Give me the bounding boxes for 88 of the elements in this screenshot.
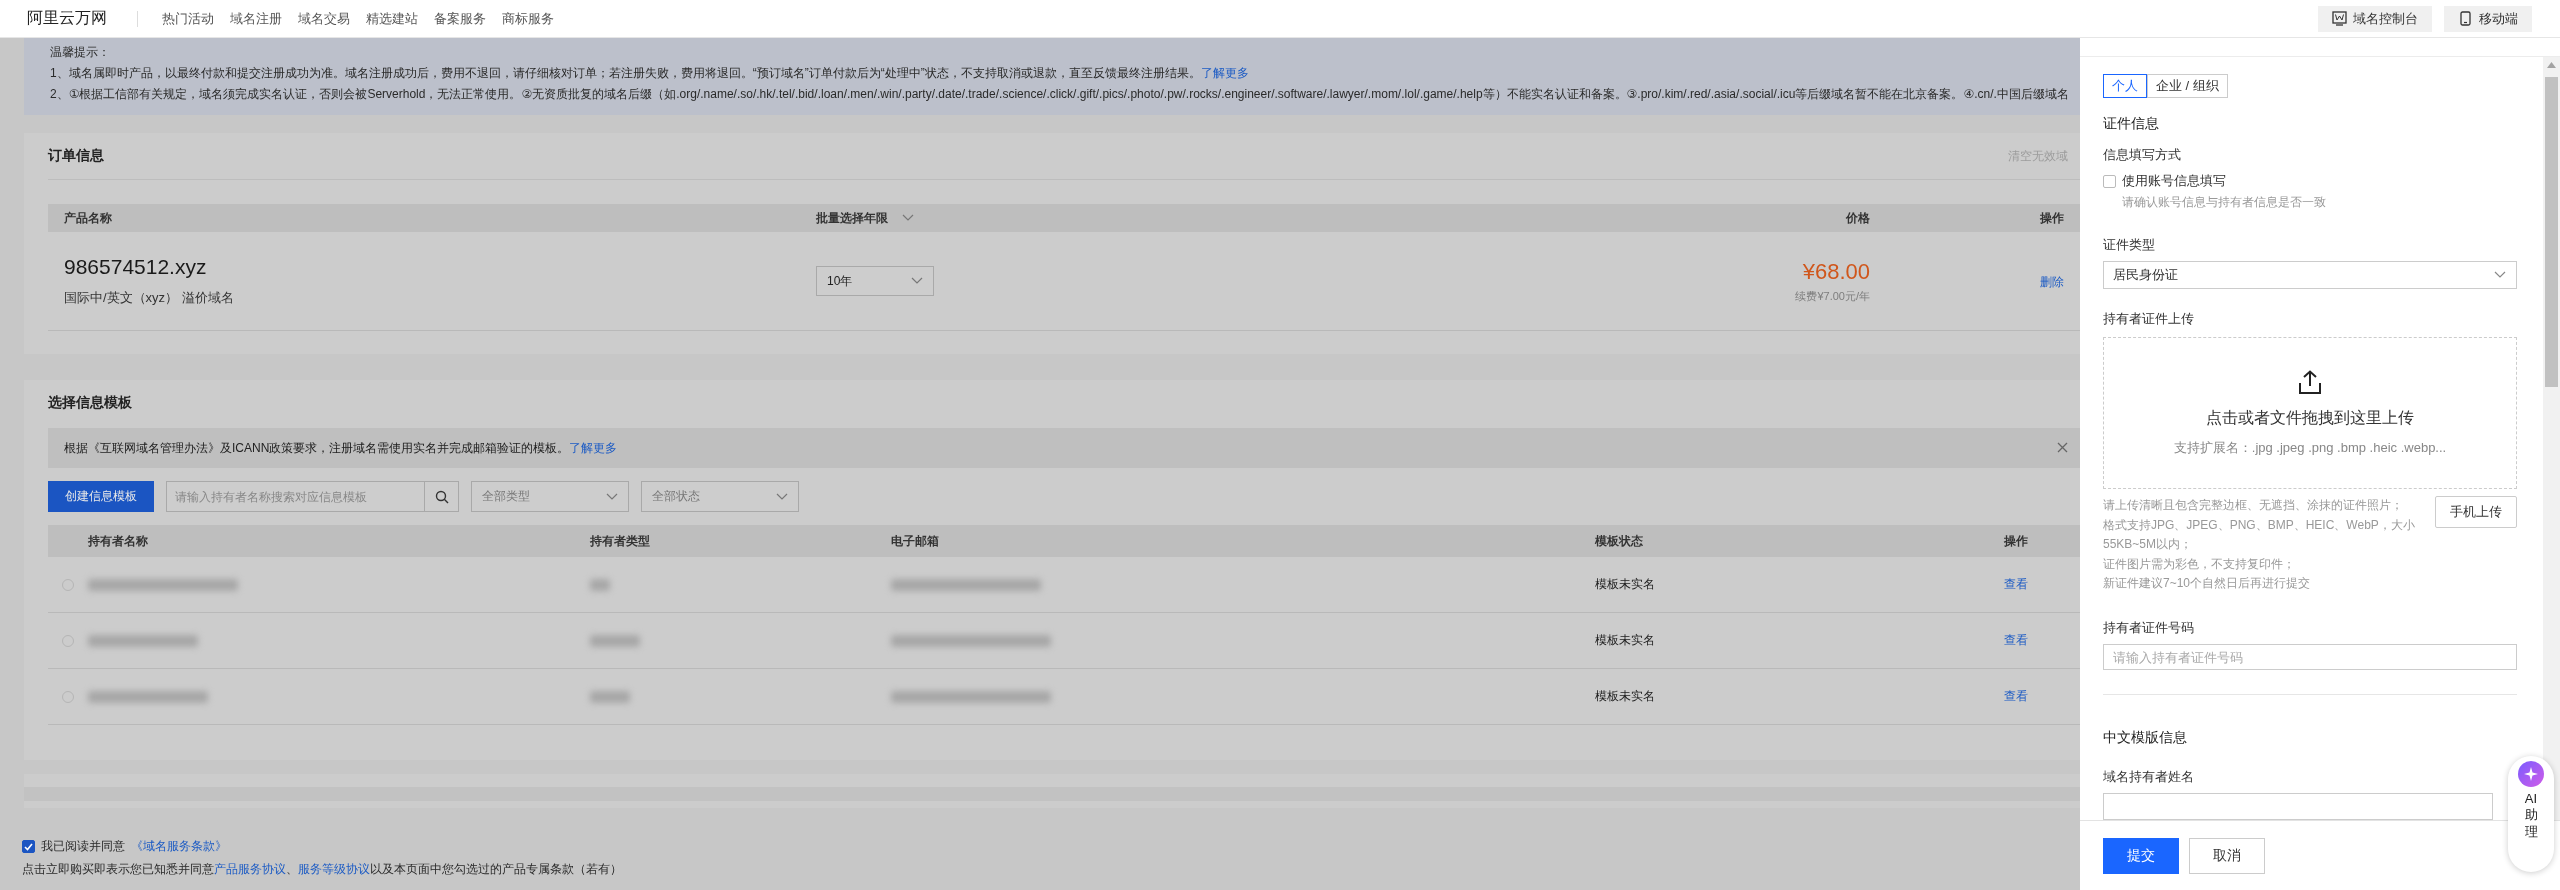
column-header: 价格 [1845, 209, 1870, 227]
blurred-text [590, 578, 610, 591]
upload-note: 新证件建议7~10个自然日后再进行提交 [2103, 575, 2312, 593]
domain-description: 国际中/英文（xyz） 溢价域名 [64, 289, 235, 307]
agreement-text: 点击立即购买即表示您已知悉并同意产品服务协议、服务等级协议以及本页面中您勾选过的产品专属条款（若有） [22, 861, 623, 878]
phone-icon [2458, 11, 2473, 26]
checkbox[interactable] [2103, 175, 2116, 188]
holder-name-field[interactable] [2103, 793, 2493, 820]
caret-icon [902, 214, 914, 222]
upload-title: 点击或者文件拖拽到这里上传 [2206, 407, 2414, 428]
template-status: 模板未实名 [1595, 576, 1656, 593]
site-logo[interactable]: 阿里云万网 [27, 8, 107, 29]
search-button[interactable] [425, 481, 459, 512]
term-select[interactable]: 10年 [816, 266, 934, 296]
checkbox-hint: 请确认账号信息与持有者信息是否一致 [2121, 194, 2327, 211]
holder-type-tab[interactable]: 企业 / 组织 [2147, 74, 2228, 98]
blurred-text [590, 690, 630, 703]
template-status: 模板未实名 [1595, 688, 1656, 705]
upload-note: 证件图片需为彩色，不支持复印件； [2103, 555, 2296, 573]
agreement-link[interactable]: 产品服务协议 [214, 862, 286, 876]
notice-title: 温馨提示： [50, 44, 111, 61]
delete-link[interactable]: 删除 [2040, 274, 2064, 289]
id-type-select[interactable]: 居民身份证 [2103, 261, 2517, 290]
scrollbar[interactable] [2543, 57, 2560, 820]
submit-button[interactable]: 提交 [2103, 837, 2179, 874]
nav-link[interactable]: 域名交易 [298, 9, 350, 28]
field-label: 证件类型 [2103, 237, 2156, 254]
blurred-text [590, 634, 640, 647]
assistant-icon[interactable] [2518, 761, 2544, 787]
nav-link[interactable]: 商标服务 [502, 9, 554, 28]
cancel-button[interactable]: 取消 [2189, 837, 2265, 874]
template-status: 模板未实名 [1595, 632, 1656, 649]
nav-link[interactable]: 热门活动 [162, 9, 214, 28]
upload-hint: 支持扩展名：.jpg .jpeg .png .bmp .heic .webp... [2173, 438, 2447, 457]
caret-icon [2494, 271, 2506, 280]
upload-icon [2299, 369, 2321, 394]
section-title: 订单信息 [48, 147, 105, 165]
field-label: 域名持有者姓名 [2103, 769, 2195, 787]
column-header: 产品名称 [64, 209, 113, 227]
renewal-price: 续费¥7.00元/年 [1794, 288, 1870, 304]
section-title: 选择信息模板 [48, 394, 133, 412]
console-button[interactable]: 域名控制台 [2318, 5, 2432, 32]
scroll-up-icon[interactable] [2547, 62, 2556, 68]
holder-type-tab[interactable]: 个人 [2103, 74, 2147, 98]
agree-checkbox[interactable] [22, 840, 35, 853]
column-header: 批量选择年限 [816, 209, 888, 227]
view-link[interactable]: 查看 [2004, 688, 2080, 705]
create-template-button[interactable]: 创建信息模板 [48, 481, 154, 512]
column-header: 操作 [2039, 209, 2065, 227]
assistant-label[interactable]: AI 助理 [2521, 791, 2541, 840]
id-number-field[interactable]: 请输入持有者证件号码 [2103, 643, 2517, 671]
learn-more-link[interactable]: 了解更多 [569, 440, 618, 455]
caret-icon [776, 492, 788, 501]
column-header: 持有者名称 [88, 532, 149, 550]
column-header: 持有者类型 [590, 532, 651, 550]
mobile-upload-button[interactable]: 手机上传 [2435, 496, 2517, 529]
search-field[interactable]: 请输入持有者名称搜索对应信息模板 [166, 481, 425, 512]
domain-name: 986574512.xyz [64, 255, 208, 279]
search-icon [434, 489, 449, 504]
section-title: 中文模版信息 [2103, 729, 2188, 748]
upload-dropzone[interactable]: 点击或者文件拖拽到这里上传 支持扩展名：.jpg .jpeg .png .bmp .heic .webp... [2103, 337, 2517, 490]
field-label: 信息填写方式 [2103, 147, 2182, 164]
monitor-icon [2332, 11, 2347, 26]
notice-text: 2、①根据工信部有关规定，域名须完成实名认证，否则会被Serverhold，无法正常使用。②无资质批复的域名后缀（如.org/.name/.so/.hk/.tel/.bid/.loan/.men/.win/.party/.date/.trade/.science/.click/.gift/.pics/.photo/.pw/.rocks/.engineer/.software/.lawyer/.mom/.lol/.game/.help等）不能实名认证和备案。③.pro/.kim/.red/.asia/.social/.icu等后缀域名暂不能在北京备案。④.cn/.中国后缀域名 [50, 86, 2070, 103]
upload-note: 请上传清晰且包含完整边框、无遮挡、涂抹的证件照片； [2103, 497, 2404, 515]
price: ¥68.00 [1801, 258, 1870, 285]
nav-link[interactable]: 域名注册 [230, 9, 282, 28]
caret-icon [911, 277, 923, 285]
section-title: 证件信息 [2103, 115, 2160, 133]
checkbox-label: 使用账号信息填写 [2122, 173, 2226, 190]
view-link[interactable]: 查看 [2004, 632, 2080, 649]
nav-link[interactable]: 备案服务 [434, 9, 486, 28]
agree-label: 我已阅读并同意 [41, 838, 125, 855]
caret-icon [606, 492, 618, 501]
column-header: 操作 [2004, 532, 2029, 550]
upload-note: 格式支持JPG、JPEG、PNG、BMP、HEIC、WebP，大小55KB~5M以内； [2103, 516, 2416, 554]
column-header: 模板状态 [1595, 532, 1644, 550]
view-link[interactable]: 查看 [2004, 576, 2080, 593]
info-text: 根据《互联网域名管理办法》及ICANN政策要求，注册域名需使用实名并完成邮箱验证的模板。了解更多 [64, 439, 619, 457]
mobile-button[interactable]: 移动端 [2444, 5, 2532, 32]
field-label: 持有者证件号码 [2103, 619, 2195, 637]
notice-text: 1、域名属即时产品，以最终付款和提交注册成功为准。域名注册成功后，费用不退回，请仔细核对订单；若注册失败，费用将退回。“预订域名”订单付款后为“处理中”状态，不支持取消或退款，直至反馈最终注册结果。了解更多 [50, 65, 1250, 82]
agreement-link[interactable]: 服务等级协议 [298, 862, 370, 876]
field-label: 持有者证件上传 [2103, 311, 2195, 329]
column-header: 电子邮箱 [891, 532, 940, 550]
terms-link[interactable]: 《域名服务条款》 [131, 838, 227, 855]
nav-link[interactable]: 精选建站 [366, 9, 418, 28]
learn-more-link[interactable]: 了解更多 [1200, 66, 1249, 80]
